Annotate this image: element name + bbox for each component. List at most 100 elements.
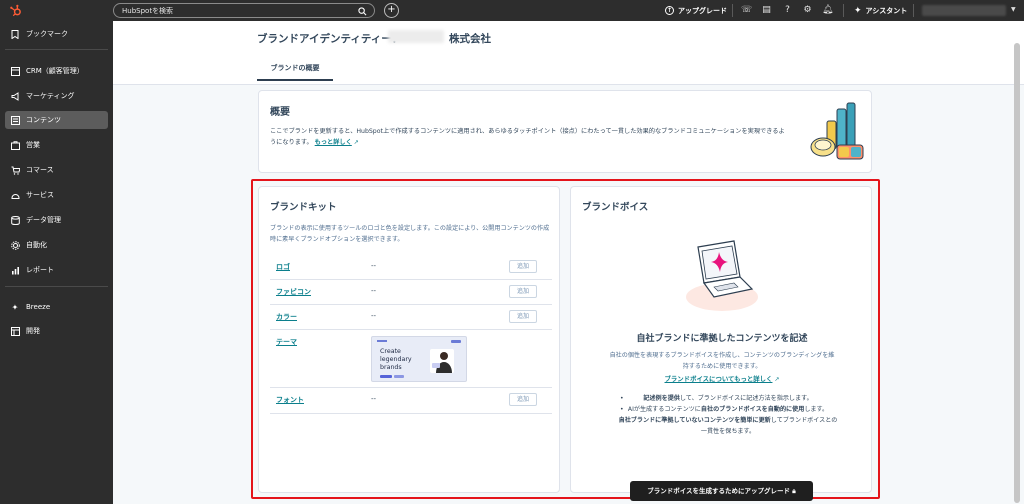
help-icon[interactable]: ? bbox=[782, 5, 793, 16]
overview-text: ここでブランドを更新すると、HubSpot上で作成するコンテンツに適用され、あら… bbox=[270, 128, 785, 146]
brand-kit-description: ブランドの表示に使用するツールのロゴと色を設定します。この設定により、公開用コン… bbox=[270, 225, 550, 243]
page-title: ブランドアイデンティティー： bbox=[257, 33, 403, 45]
upgrade-icon: ↑ bbox=[665, 6, 674, 15]
external-link-icon: ↗ bbox=[774, 376, 780, 383]
sparkle-icon: ✦ bbox=[854, 5, 862, 16]
sidebar-item-data-management[interactable]: データ管理 bbox=[5, 211, 108, 229]
phone-icon[interactable]: ☏ bbox=[741, 5, 752, 16]
brand-voice-learn-more: ブランドボイスについてもっと詳しく ↗ bbox=[571, 374, 873, 383]
sidebar-item-automation[interactable]: 自動化 bbox=[5, 236, 108, 254]
search-placeholder: HubSpotを検索 bbox=[122, 6, 174, 15]
preview-nav bbox=[377, 340, 387, 342]
brand-voice-learn-more-link[interactable]: ブランドボイスについてもっと詳しく bbox=[665, 375, 773, 383]
page-scrollbar[interactable] bbox=[1014, 43, 1020, 503]
commerce-icon bbox=[10, 165, 20, 175]
chevron-down-icon[interactable]: ▼ bbox=[1011, 6, 1016, 13]
brand-kit-row-theme: テーマ Create legendary brands bbox=[270, 330, 552, 388]
theme-preview-text: Create legendary brands bbox=[380, 348, 412, 371]
upgrade-button[interactable]: ↑ アップグレード bbox=[665, 4, 727, 17]
content-icon bbox=[10, 115, 20, 125]
theme-link[interactable]: テーマ bbox=[276, 337, 297, 347]
preview-image bbox=[430, 349, 454, 373]
header-divider bbox=[113, 84, 1024, 85]
bookmark-icon bbox=[10, 29, 20, 39]
list-item: 記述例を提供して、ブランドボイスに記述方法を指示します。 bbox=[618, 393, 838, 404]
add-color-button[interactable]: 追加 bbox=[509, 310, 537, 323]
brand-voice-heading: 自社ブランドに準拠したコンテンツを記述 bbox=[636, 334, 808, 344]
sidebar-item-bookmarks[interactable]: ブックマーク bbox=[5, 25, 108, 43]
preview-button bbox=[451, 340, 461, 343]
sidebar-item-content[interactable]: コンテンツ bbox=[5, 111, 108, 129]
sidebar-item-development[interactable]: 開発 bbox=[5, 322, 108, 340]
crm-icon bbox=[10, 66, 20, 76]
company-name-redacted bbox=[388, 30, 444, 43]
hubspot-logo-icon[interactable] bbox=[9, 4, 22, 17]
add-logo-button[interactable]: 追加 bbox=[509, 260, 537, 273]
person-icon bbox=[432, 352, 452, 373]
search-icon[interactable] bbox=[358, 7, 367, 16]
brand-kit-card: ブランドキット ブランドの表示に使用するツールのロゴと色を設定します。この設定に… bbox=[258, 186, 560, 493]
notifications-bell-icon[interactable]: 🔔︎ bbox=[822, 5, 833, 16]
overview-card: 概要 ここでブランドを更新すると、HubSpot上で作成するコンテンツに適用され… bbox=[258, 90, 872, 173]
assistant-button[interactable]: ✦ アシスタント bbox=[854, 4, 907, 17]
sidebar-item-service[interactable]: サービス bbox=[5, 186, 108, 204]
font-link[interactable]: フォント bbox=[276, 395, 304, 405]
sidebar: ブックマーク CRM（顧客管理） マーケティング コンテンツ 営業 コマース サ… bbox=[0, 21, 113, 504]
sidebar-item-reports[interactable]: レポート bbox=[5, 261, 108, 279]
lock-icon: 🔒︎ bbox=[792, 487, 796, 495]
sidebar-item-sales[interactable]: 営業 bbox=[5, 136, 108, 154]
brand-voice-description: 自社の個性を表現するブランドボイスを作成し、コンテンツのブランディングを維持する… bbox=[609, 352, 835, 370]
external-link-icon: ↗ bbox=[353, 139, 359, 146]
logo-link[interactable]: ロゴ bbox=[276, 262, 290, 272]
brand-voice-title: ブランドボイス bbox=[582, 202, 649, 213]
dev-icon bbox=[10, 326, 20, 336]
assistant-label: アシスタント bbox=[865, 6, 908, 15]
learn-more-link[interactable]: もっと詳しく bbox=[315, 139, 352, 146]
preview-cta bbox=[380, 375, 392, 378]
list-item: 自社ブランドに準拠していないコンテンツを簡単に更新してブランドボイスとの一貫性を… bbox=[618, 415, 838, 437]
brand-kit-row-favicon: ファビコン -- 追加 bbox=[270, 280, 552, 305]
favicon-value: -- bbox=[371, 287, 377, 295]
page-title-suffix: 株式会社 bbox=[449, 33, 491, 45]
add-favicon-button[interactable]: 追加 bbox=[509, 285, 537, 298]
upgrade-for-brand-voice-button[interactable]: ブランドボイスを生成するためにアップグレード 🔒︎ bbox=[630, 481, 813, 501]
topbar-divider bbox=[913, 4, 914, 17]
brand-kit-row-logo: ロゴ -- 追加 bbox=[270, 256, 552, 280]
account-menu[interactable] bbox=[922, 5, 1006, 16]
top-navigation-bar: HubSpotを検索 + ↑ アップグレード ☏ ▤ ? ⚙ 🔔︎ ✦ アシスタ… bbox=[0, 0, 1024, 21]
font-value: -- bbox=[371, 395, 377, 403]
sales-icon bbox=[10, 140, 20, 150]
brand-kit-row-color: カラー -- 追加 bbox=[270, 305, 552, 330]
create-new-button[interactable]: + bbox=[384, 3, 399, 18]
sidebar-item-commerce[interactable]: コマース bbox=[5, 161, 108, 179]
automation-icon bbox=[10, 240, 20, 250]
brand-voice-card: ブランドボイス 自社ブランドに準拠したコンテンツを記述 自社の個性を表現するブラ… bbox=[570, 186, 873, 501]
megaphone-icon bbox=[10, 91, 20, 101]
add-font-button[interactable]: 追加 bbox=[509, 393, 537, 406]
sidebar-item-breeze[interactable]: ✦ Breeze bbox=[5, 298, 108, 316]
favicon-link[interactable]: ファビコン bbox=[276, 287, 311, 297]
sidebar-item-crm[interactable]: CRM（顧客管理） bbox=[5, 62, 108, 80]
preview-cta-secondary bbox=[394, 375, 404, 378]
theme-preview[interactable]: Create legendary brands bbox=[371, 336, 467, 382]
laptop-sparkle-illustration-icon bbox=[686, 240, 758, 311]
topbar-divider bbox=[843, 4, 844, 17]
color-link[interactable]: カラー bbox=[276, 312, 297, 322]
settings-gear-icon[interactable]: ⚙ bbox=[802, 5, 813, 16]
sidebar-item-marketing[interactable]: マーケティング bbox=[5, 87, 108, 105]
color-value: -- bbox=[371, 312, 377, 320]
overview-title: 概要 bbox=[270, 107, 290, 118]
brand-supplies-illustration-icon bbox=[810, 102, 864, 160]
brand-kit-row-font: フォント -- 追加 bbox=[270, 388, 552, 414]
marketplace-icon[interactable]: ▤ bbox=[761, 5, 772, 16]
brand-voice-benefits-list: 記述例を提供して、ブランドボイスに記述方法を指示します。 AIが生成するコンテン… bbox=[618, 393, 838, 437]
topbar-divider bbox=[732, 4, 733, 17]
tab-brand-overview[interactable]: ブランドの概要 bbox=[257, 59, 333, 81]
brand-kit-title: ブランドキット bbox=[270, 202, 337, 213]
global-search-input[interactable]: HubSpotを検索 bbox=[113, 3, 375, 18]
upgrade-label: アップグレード bbox=[678, 6, 727, 15]
report-icon bbox=[10, 265, 20, 275]
list-item: AIが生成するコンテンツに自社のブランドボイスを自動的に使用します。 bbox=[618, 404, 838, 415]
breeze-icon: ✦ bbox=[11, 302, 19, 312]
sidebar-divider bbox=[5, 49, 108, 50]
